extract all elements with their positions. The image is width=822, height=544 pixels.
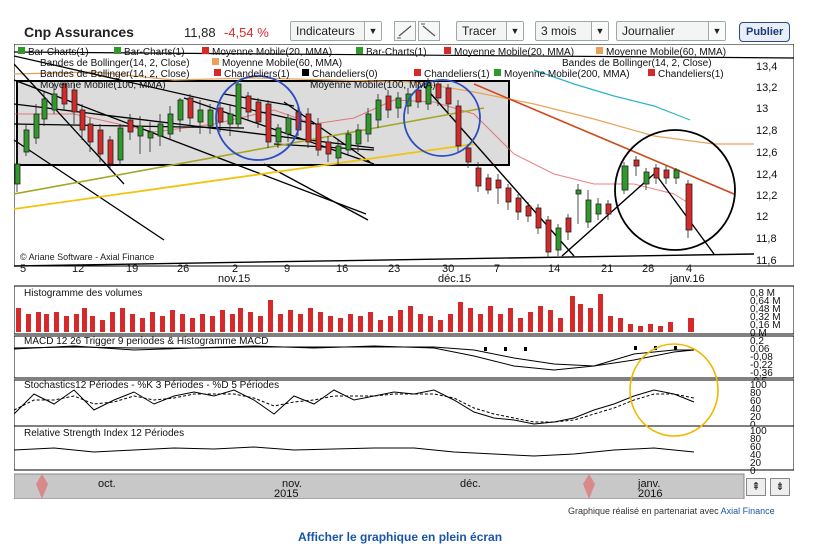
partner-link[interactable]: Axial Finance xyxy=(721,506,775,516)
stock-title: Cnp Assurances xyxy=(24,24,134,40)
month-label: janv.16 xyxy=(669,273,705,285)
chevron-down-icon: ▼ xyxy=(364,22,381,40)
date-tick: 23 xyxy=(388,263,400,275)
date-tick: 26 xyxy=(177,263,189,275)
scroll-down-button[interactable]: ⇟ xyxy=(770,478,790,496)
indicators-label: Indicateurs xyxy=(296,24,355,38)
price-tick: 12,2 xyxy=(756,190,777,202)
nav-label: 2016 xyxy=(638,488,662,499)
legend-item: Chandeliers(1) xyxy=(424,69,490,80)
month-label: déc.15 xyxy=(438,273,471,285)
price-tick: 11,6 xyxy=(756,255,777,267)
price-tick: 12,4 xyxy=(756,169,777,181)
interval-label: Journalier xyxy=(622,24,675,38)
chevron-down-icon: ▼ xyxy=(708,22,725,40)
chevron-down-icon: ▼ xyxy=(506,22,523,40)
date-tick: 12 xyxy=(72,263,84,275)
price-tick: 12,6 xyxy=(756,147,777,159)
stochastics-panel: Stochastics12 Périodes - %K 3 Périodes -… xyxy=(14,379,794,431)
draw-line-button[interactable] xyxy=(394,21,416,41)
volume-panel: Histogramme des volumes 0,8 M 0,64 M 0,4… xyxy=(14,285,794,339)
partner-note: Graphique réalisé en partenariat avec Ax… xyxy=(568,506,775,516)
price-tick: 12 xyxy=(756,211,768,223)
indicators-dropdown[interactable]: Indicateurs ▼ xyxy=(290,21,382,41)
period-select[interactable]: 3 mois ▼ xyxy=(535,21,609,41)
legend-item: Bandes de Bollinger(14, 2, Close) xyxy=(562,58,712,69)
period-label: 3 mois xyxy=(541,24,577,38)
rsi-title: Relative Strength Index 12 Périodes xyxy=(24,428,184,439)
legend-item: Moyenne Mobile(200, MMA) xyxy=(504,69,630,80)
rsi-tick: 0 xyxy=(750,466,756,477)
volume-title: Histogramme des volumes xyxy=(24,288,142,299)
legend-item: Moyenne Mobile(20, MMA) xyxy=(212,47,332,58)
date-tick: 19 xyxy=(126,263,138,275)
draw-segment-button[interactable] xyxy=(418,21,440,41)
date-tick: 21 xyxy=(601,263,613,275)
stock-change: -4,54 % xyxy=(224,25,269,40)
date-tick: 9 xyxy=(284,263,290,275)
stock-price: 11,88 xyxy=(184,25,216,40)
nav-label: 2015 xyxy=(274,488,298,499)
legend-item: Bar-Charts(1) xyxy=(366,47,427,58)
legend-item: Moyenne Mobile(100, MMA) xyxy=(40,80,166,91)
nav-label: oct. xyxy=(98,478,116,490)
partner-text: Graphique réalisé en partenariat avec xyxy=(568,506,719,516)
legend-item: Chandeliers(1) xyxy=(658,69,724,80)
interval-select[interactable]: Journalier ▼ xyxy=(616,21,726,41)
month-label: nov.15 xyxy=(218,273,250,285)
nav-label: déc. xyxy=(460,478,481,490)
draw-dropdown[interactable]: Tracer ▼ xyxy=(456,21,524,41)
legend-item: Moyenne Mobile(20, MMA) xyxy=(454,47,574,58)
chevron-down-icon: ▼ xyxy=(591,22,608,40)
rsi-panel: Relative Strength Index 12 Périodes 100 … xyxy=(14,425,794,477)
price-tick: 13,2 xyxy=(756,82,777,94)
fullscreen-link[interactable]: Afficher le graphique en plein écran xyxy=(298,530,502,544)
line-tool-icon xyxy=(397,25,412,39)
legend-item: Bar-Charts(1) xyxy=(124,47,185,58)
legend-item: Moyenne Mobile(100, MMA) xyxy=(310,80,436,91)
copyright-text: © Ariane Software - Axial Finance xyxy=(20,252,154,262)
legend-item: Bar-Charts(1) xyxy=(28,47,89,58)
date-tick: 28 xyxy=(642,263,654,275)
consolidation-box xyxy=(16,80,510,166)
navigator-strip: oct. nov. 2015 déc. janv. 2016 xyxy=(14,473,745,499)
legend-item: Moyenne Mobile(60, MMA) xyxy=(606,47,726,58)
stoch-title: Stochastics12 Périodes - %K 3 Périodes -… xyxy=(24,380,279,391)
toolbar: Cnp Assurances 11,88 -4,54 % Indicateurs… xyxy=(14,18,794,46)
legend-item: Chandeliers(0) xyxy=(312,69,378,80)
legend-item: Bandes de Bollinger(14, 2, Close) xyxy=(40,69,190,80)
date-tick: 16 xyxy=(336,263,348,275)
price-tick: 13,4 xyxy=(756,61,777,73)
date-tick: 14 xyxy=(548,263,560,275)
scroll-up-button[interactable]: ⇞ xyxy=(746,478,766,496)
price-tick: 13 xyxy=(756,103,768,115)
publish-button[interactable]: Publier xyxy=(739,22,791,42)
draw-label: Tracer xyxy=(462,24,497,38)
legend-item: Bandes de Bollinger(14, 2, Close) xyxy=(40,58,190,69)
price-tick: 11,8 xyxy=(756,233,777,245)
stock-chart: Bar-Charts(1) Bar-Charts(1) Moyenne Mobi… xyxy=(14,44,794,499)
price-tick: 12,8 xyxy=(756,125,777,137)
segment-tool-icon xyxy=(421,23,436,37)
legend-item: Moyenne Mobile(60, MMA) xyxy=(222,58,342,69)
legend-item: Chandeliers(1) xyxy=(224,69,290,80)
macd-title: MACD 12 26 Trigger 9 periodes & Histogra… xyxy=(24,336,269,347)
date-tick: 7 xyxy=(494,263,500,275)
date-tick: 5 xyxy=(20,263,26,275)
